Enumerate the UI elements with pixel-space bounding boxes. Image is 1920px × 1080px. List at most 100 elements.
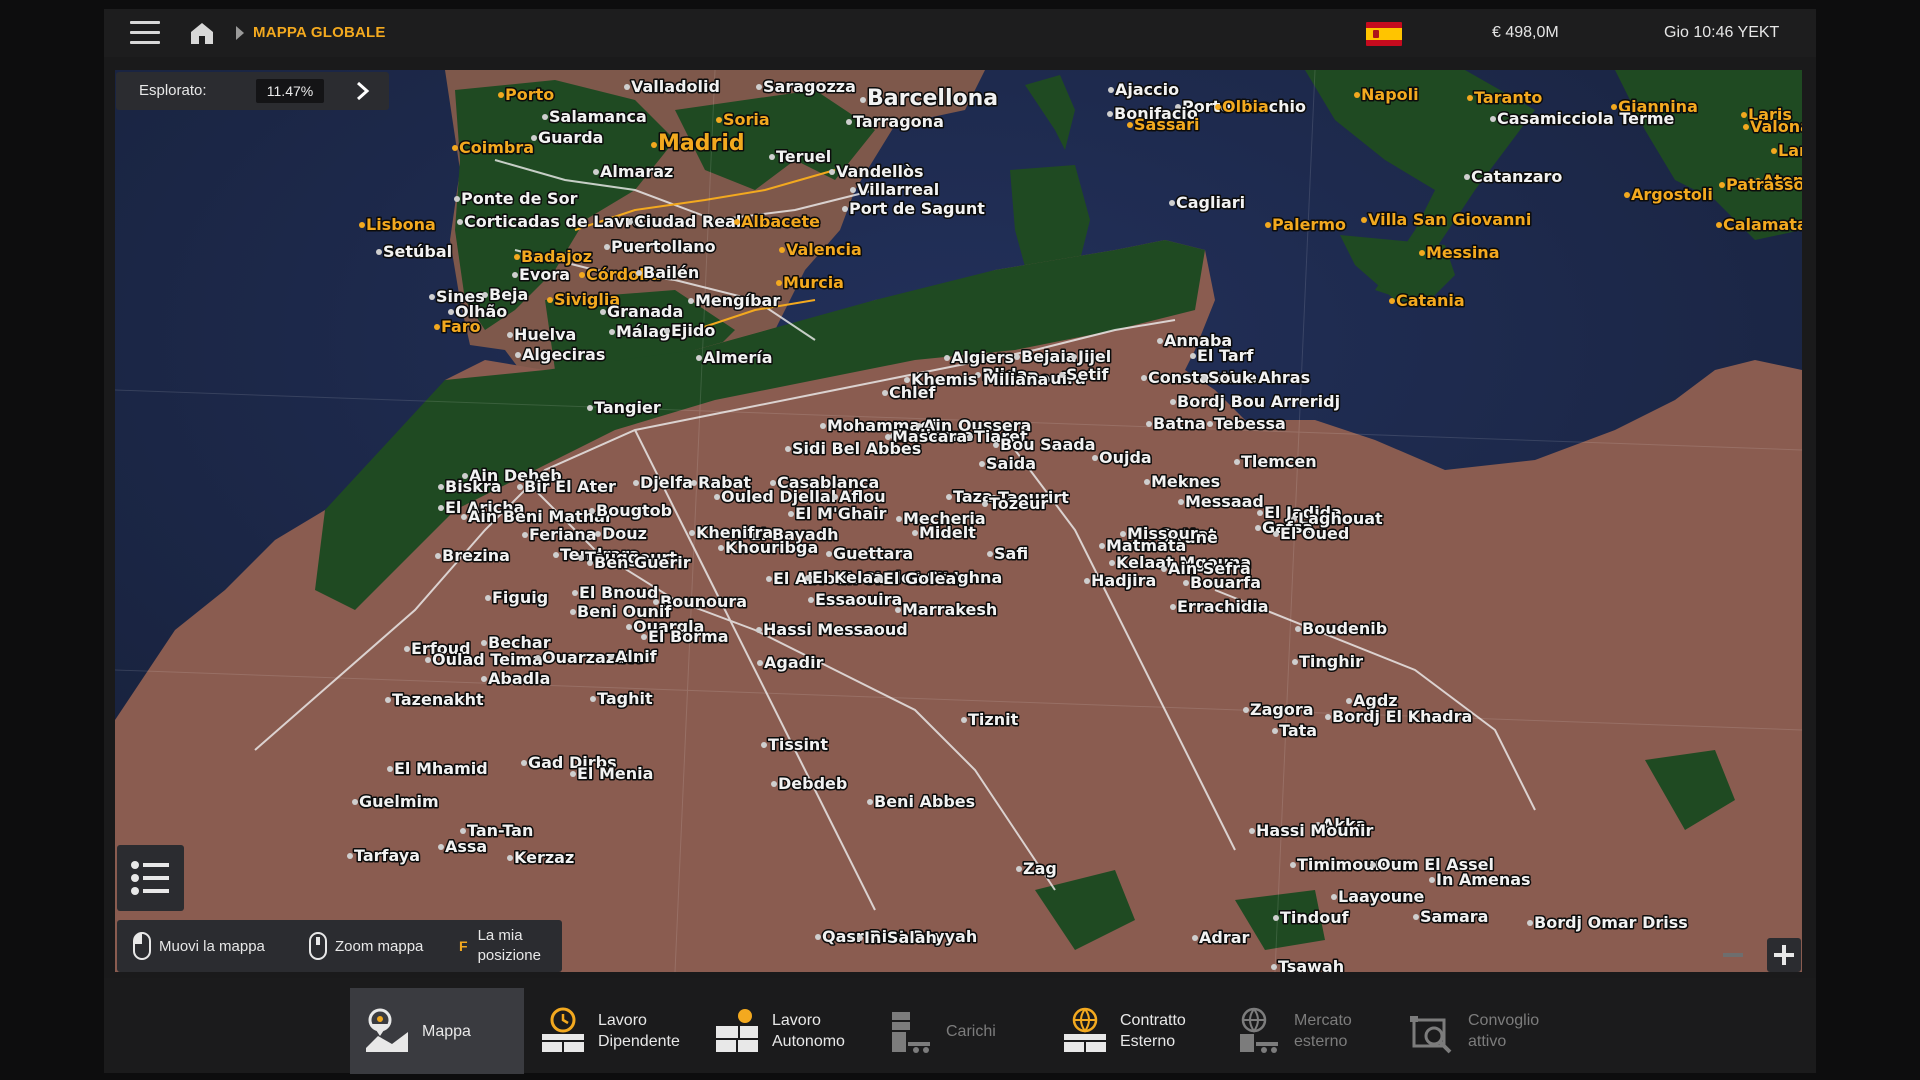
city-dot[interactable] [664,328,670,334]
city-dot[interactable] [1272,728,1278,734]
city-dot[interactable] [1429,877,1435,883]
city-dot[interactable] [1144,479,1150,485]
tab-mercato-esterno[interactable]: Mercato esterno [1222,988,1396,1074]
city-dot[interactable] [944,355,950,361]
city-dot[interactable] [521,760,527,766]
city-dot[interactable] [1092,455,1098,461]
city-dot[interactable] [1157,338,1163,344]
city-dot[interactable] [771,781,777,787]
city-dot[interactable] [1170,399,1176,405]
city-dot[interactable] [1271,964,1277,970]
city-dot[interactable] [522,532,528,538]
city-dot[interactable] [896,516,902,522]
city-dot[interactable] [481,640,487,646]
city-dot[interactable] [757,660,763,666]
city-dot[interactable] [454,196,460,202]
city-dot[interactable] [1108,87,1114,93]
city-dot[interactable] [593,169,599,175]
city-dot[interactable] [461,514,467,520]
city-dot[interactable] [570,771,576,777]
city-dot[interactable] [626,624,632,630]
city-dot[interactable] [460,828,466,834]
city-dot[interactable] [1183,580,1189,586]
city-dot[interactable] [387,766,393,772]
city-dot[interactable] [1169,200,1175,206]
city-dot[interactable] [766,576,772,582]
city-dot[interactable] [979,461,985,467]
city-dot[interactable] [457,219,463,225]
city-dot[interactable] [1192,935,1198,941]
city-dot[interactable] [1389,298,1395,304]
city-dot[interactable] [1771,148,1777,154]
city-dot[interactable] [820,423,826,429]
city-dot[interactable] [734,219,740,225]
world-map[interactable]: Porto Valladolid Saragozza Barcellona Ajacci… [115,70,1802,972]
city-dot[interactable] [604,244,610,250]
city-dot[interactable] [624,84,630,90]
city-dot[interactable] [515,352,521,358]
city-dot[interactable] [1361,217,1367,223]
city-dot[interactable] [1370,862,1376,868]
city-dot[interactable] [912,530,918,536]
city-dot[interactable] [609,329,615,335]
city-dot[interactable] [1290,862,1296,868]
city-dot[interactable] [572,590,578,596]
city-dot[interactable] [485,595,491,601]
city-dot[interactable] [1265,222,1271,228]
city-dot[interactable] [1741,112,1747,118]
city-dot[interactable] [587,405,593,411]
city-dot[interactable] [535,655,541,661]
city-dot[interactable] [808,597,814,603]
city-dot[interactable] [404,646,410,652]
city-dot[interactable] [1719,182,1725,188]
city-dot[interactable] [769,154,775,160]
city-dot[interactable] [1295,626,1301,632]
city-dot[interactable] [438,484,444,490]
city-dot[interactable] [579,272,585,278]
city-dot[interactable] [714,494,720,500]
city-dot[interactable] [1467,95,1473,101]
tab-lavoro-dipendente[interactable]: Lavoro Dipendente [526,988,700,1074]
city-dot[interactable] [1527,920,1533,926]
city-dot[interactable] [788,511,794,517]
city-dot[interactable] [688,298,694,304]
city-dot[interactable] [779,247,785,253]
city-dot[interactable] [842,206,848,212]
city-dot[interactable] [438,844,444,850]
city-dot[interactable] [507,332,513,338]
city-dot[interactable] [1016,866,1022,872]
city-dot[interactable] [512,272,518,278]
tab-contratto-esterno[interactable]: Contratto Esterno [1048,988,1222,1074]
city-dot[interactable] [867,799,873,805]
city-dot[interactable] [850,187,856,193]
tab-mappa[interactable]: Mappa [350,988,524,1074]
city-dot[interactable] [1257,510,1263,516]
city-dot[interactable] [1201,375,1207,381]
city-dot[interactable] [636,270,642,276]
city-dot[interactable] [967,434,973,440]
city-dot[interactable] [1170,604,1176,610]
city-dot[interactable] [589,508,595,514]
city-dot[interactable] [882,390,888,396]
city-dot[interactable] [857,935,863,941]
city-dot[interactable] [1014,354,1020,360]
city-dot[interactable] [547,297,553,303]
city-dot[interactable] [434,324,440,330]
city-dot[interactable] [805,575,811,581]
city-dot[interactable] [553,552,559,558]
city-dot[interactable] [718,545,724,551]
city-dot[interactable] [1099,543,1105,549]
city-dot[interactable] [756,84,762,90]
city-dot[interactable] [498,92,504,98]
city-dot[interactable] [1273,915,1279,921]
city-dot[interactable] [1084,578,1090,584]
city-dot[interactable] [993,442,999,448]
city-dot[interactable] [1490,116,1496,122]
tab-carichi[interactable]: Carichi [874,988,1048,1074]
city-dot[interactable] [1215,104,1221,110]
city-dot[interactable] [1141,375,1147,381]
city-dot[interactable] [517,484,523,490]
city-dot[interactable] [776,280,782,286]
city-dot[interactable] [1190,353,1196,359]
city-dot[interactable] [846,119,852,125]
